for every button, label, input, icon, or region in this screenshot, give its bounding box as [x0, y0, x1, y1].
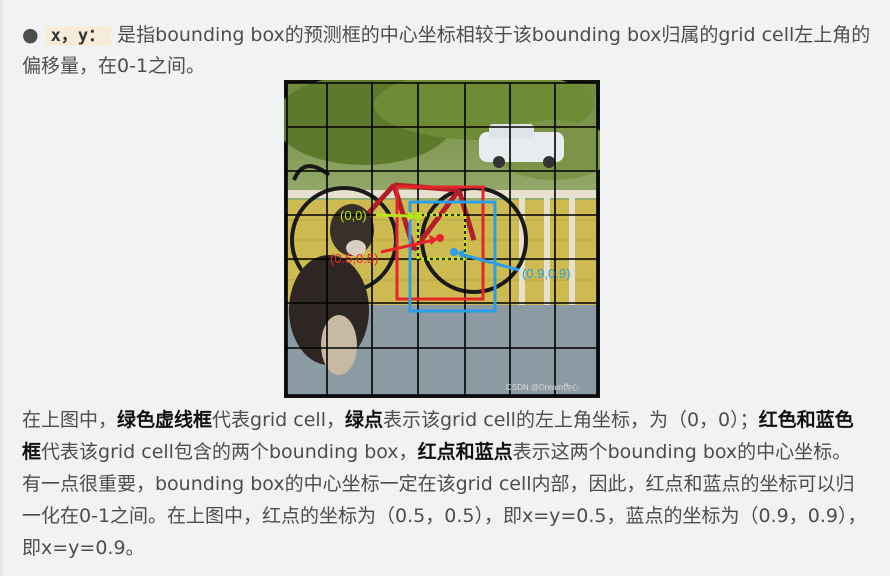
car-roof: [489, 124, 534, 138]
red-dot: [436, 234, 444, 242]
watermark: CSDN @Dream伪心: [506, 382, 579, 392]
bullet: ●: [22, 24, 39, 46]
bold-green-dashed-box: 绿色虚线框: [117, 409, 213, 431]
text-run: 代表grid cell，: [212, 409, 345, 431]
intro-text: 是指bounding box的预测框的中心坐标相较于该bounding box归…: [22, 24, 871, 77]
green-arrow: [375, 213, 413, 218]
label-green: (0,0): [340, 208, 367, 223]
yolo-grid-figure: (0,0) (0.5,0.5) (0.9,0.9) CSDN @Dream伪心: [284, 80, 600, 398]
blue-dot: [450, 248, 458, 256]
explanation-paragraph: 在上图中，绿色虚线框代表grid cell，绿点表示该grid cell的左上角…: [22, 404, 867, 564]
text-run: 在上图中，: [22, 409, 118, 431]
inline-code-xy: x，y：: [44, 26, 112, 46]
figure-svg: (0,0) (0.5,0.5) (0.9,0.9) CSDN @Dream伪心: [284, 80, 600, 396]
label-red: (0.5,0.5): [330, 251, 378, 266]
label-blue: (0.9,0.9): [522, 266, 570, 281]
left-border: [0, 0, 3, 576]
intro-paragraph: ● x，y： 是指bounding box的预测框的中心坐标相较于该boundi…: [22, 20, 872, 81]
car-wheel: [493, 156, 505, 168]
bold-red-blue-dots: 红点和蓝点: [417, 441, 513, 463]
text-run: 代表该grid cell包含的两个bounding box，: [41, 441, 418, 463]
car-wheel: [543, 156, 555, 168]
text-run: 表示该grid cell的左上角坐标，为（0，0）；: [383, 409, 759, 431]
bold-green-dot: 绿点: [344, 409, 383, 431]
